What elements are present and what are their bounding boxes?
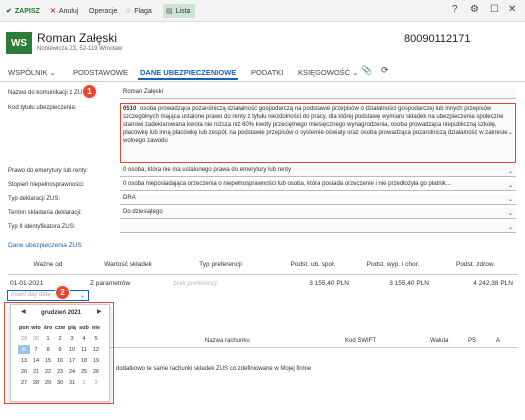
termin-select[interactable]: Do dziesiątego ⌄	[120, 208, 516, 219]
kod-label: Kod tytułu ubezpieczenia:	[8, 105, 77, 111]
tab-podatki[interactable]: PODATKI	[249, 66, 285, 80]
chevron-down-icon: ⌄	[507, 183, 513, 189]
termin-label: Termin składania deklaracji:	[8, 210, 82, 216]
address: Noniewicza 23, 52-119 Wrocław	[37, 46, 123, 52]
nazwa-field[interactable]: Roman Załęski	[120, 88, 516, 99]
stopien-select[interactable]: 0 osoba nieposiadająca orzeczenia o niep…	[120, 180, 516, 191]
col-a: A	[496, 338, 501, 344]
tab-ksiegowosc[interactable]: KSIĘGOWOŚĆ ⌄	[296, 66, 360, 80]
tab-bar: WSPÓLNIK ⌄ PODSTAWOWE DANE UBEZPIECZENIO…	[0, 62, 525, 82]
save-button[interactable]: ✔ ZAPISZ	[6, 4, 40, 18]
chevron-down-icon: ⌄	[507, 169, 513, 175]
zus-section-title: Dane ubezpieczenia ZUS	[8, 242, 82, 249]
star-icon: ☆	[125, 8, 132, 15]
cell-wartosc[interactable]: Z parametrów	[90, 277, 160, 289]
close-icon: ✕	[50, 8, 56, 15]
col-podst-spol: Podst. ub. społ.	[273, 255, 353, 275]
tab-wspolnik[interactable]: WSPÓLNIK ⌄	[6, 66, 58, 80]
history-icon[interactable]: ⟳	[379, 63, 391, 77]
typ-deklaracji-select[interactable]: DRA ⌄	[120, 194, 516, 205]
col-typ-preferencji: Typ preferencji	[168, 255, 273, 275]
stopien-label: Stopień niepełnosprawności:	[8, 182, 85, 188]
col-nazwa-rachunku: Nazwa rachunku	[205, 338, 250, 344]
cell-wazne-od[interactable]: 01-01-2021	[10, 277, 80, 289]
col-ps: PS	[468, 338, 477, 344]
paperclip-icon[interactable]: 📎	[359, 63, 374, 77]
col-waluta: Waluta	[430, 338, 449, 344]
divider	[110, 347, 518, 348]
callout-frame-2	[4, 302, 114, 404]
tab-podstawowe[interactable]: PODSTAWOWE	[71, 66, 130, 80]
list-icon: ▤	[166, 8, 173, 15]
page-title: Roman Załęski	[37, 31, 118, 45]
typ-deklaracji-label: Typ deklaracji ZUS:	[8, 196, 61, 202]
maximize-icon[interactable]: ☐	[490, 4, 499, 15]
nazwa-label: Nazwa do komunikacji z ZUS:	[8, 90, 88, 96]
typ2-label: Typ II identyfikatora ZUS:	[8, 224, 76, 230]
operations-menu[interactable]: Operacje	[89, 4, 117, 18]
cancel-button[interactable]: ✕ Anuluj	[50, 4, 78, 18]
col-kod-swift: Kod SWIFT	[345, 338, 377, 344]
chevron-down-icon: ⌄	[79, 293, 85, 299]
chevron-down-icon: ⌄	[507, 197, 513, 203]
date-input[interactable]: Insert day date ⌄	[7, 290, 89, 301]
renta-select[interactable]: 0 osoba, która nie ma ustalonego prawa d…	[120, 166, 516, 177]
callout-frame-1	[120, 103, 516, 163]
cell-preferencja[interactable]: brak preferencji	[173, 277, 263, 289]
toolbar: ✔ ZAPISZ ✕ Anuluj Operacje ☆ Flaga ▤ Lis…	[0, 0, 525, 22]
cell-podst-spol[interactable]: 3 155,40 PLN	[273, 277, 349, 289]
col-wartosc-skladek: Wartość składek	[88, 255, 168, 275]
chevron-down-icon: ⌄	[507, 225, 513, 231]
col-podst-chor: Podst. wyp. i chor.	[353, 255, 433, 275]
callout-badge-1: 1	[82, 84, 97, 99]
typ2-select[interactable]: ⌄	[120, 222, 516, 233]
col-wazne-od: Ważne od	[8, 255, 88, 275]
company-logo: WS	[6, 32, 32, 54]
gear-icon[interactable]: ⚙	[470, 4, 479, 15]
close-window-icon[interactable]: ✕	[508, 4, 516, 15]
bank-note: dodatkowo te same rachunki składek ZUS c…	[116, 366, 312, 372]
check-icon: ✔	[6, 8, 12, 15]
help-icon[interactable]: ?	[452, 4, 458, 15]
flag-menu[interactable]: ☆ Flaga	[125, 4, 152, 18]
callout-badge-2: 2	[55, 285, 70, 300]
col-podst-zdrow: Podst. zdrow.	[433, 255, 518, 275]
renta-label: Prawo do emerytury lub renty:	[8, 168, 89, 174]
chevron-down-icon: ⌄	[507, 211, 513, 217]
list-button[interactable]: ▤ Lista	[163, 4, 196, 18]
cell-podst-chor[interactable]: 3 155,40 PLN	[353, 277, 429, 289]
tab-dane-ubezpieczeniowe[interactable]: DANE UBEZPIECZENIOWE	[138, 66, 239, 80]
nip-number: 80090112171	[404, 33, 471, 45]
cell-podst-zdrow[interactable]: 4 242,38 PLN	[433, 277, 513, 289]
